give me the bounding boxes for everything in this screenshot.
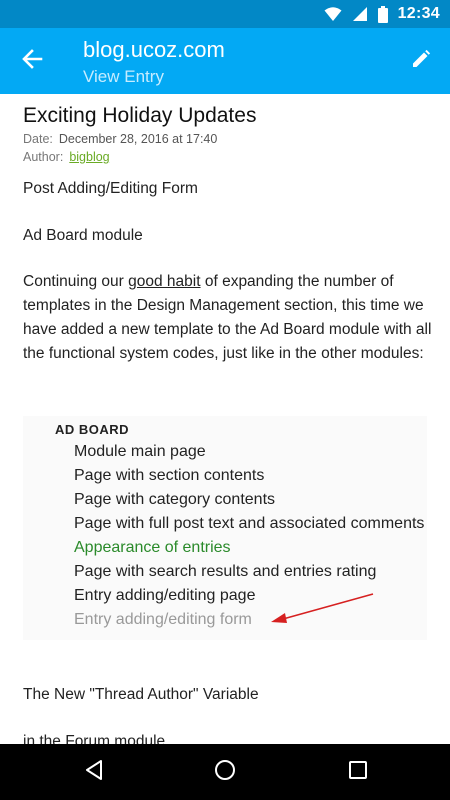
nav-back-button[interactable] bbox=[80, 758, 108, 786]
board-title: AD BOARD bbox=[55, 422, 130, 437]
status-bar: 12:34 bbox=[0, 0, 450, 28]
edit-button[interactable] bbox=[406, 46, 436, 76]
author-link[interactable]: bigblog bbox=[69, 150, 109, 164]
date-row: Date: December 28, 2016 at 17:40 bbox=[23, 132, 217, 146]
wifi-icon bbox=[324, 6, 342, 22]
board-item: Entry adding/editing page bbox=[74, 587, 256, 604]
paragraph-intro: Continuing our good habit of expanding t… bbox=[23, 270, 433, 366]
author-label: Author: bbox=[23, 150, 64, 164]
back-triangle-icon bbox=[84, 759, 104, 786]
board-item: Page with search results and entries rat… bbox=[74, 563, 377, 580]
board-item: Module main page bbox=[74, 443, 206, 460]
signal-icon bbox=[352, 6, 368, 22]
board-item-highlighted: Appearance of entries bbox=[74, 539, 231, 556]
nav-recents-button[interactable] bbox=[344, 758, 372, 786]
entry-title: Exciting Holiday Updates bbox=[23, 104, 257, 127]
intro-text-start: Continuing our bbox=[23, 273, 129, 290]
recents-square-icon bbox=[348, 760, 368, 785]
board-item: Page with section contents bbox=[74, 467, 265, 484]
nav-home-button[interactable] bbox=[211, 758, 239, 786]
pencil-icon bbox=[411, 49, 431, 74]
board-item: Page with category contents bbox=[74, 491, 276, 508]
paragraph-ad-board: Ad Board module bbox=[23, 227, 143, 244]
paragraph-forum-module: in the Forum module bbox=[23, 733, 166, 744]
back-button[interactable] bbox=[18, 47, 46, 75]
home-circle-icon bbox=[214, 759, 236, 786]
board-item-faded: Entry adding/editing form bbox=[74, 611, 252, 628]
paragraph-post-form: Post Adding/Editing Form bbox=[23, 180, 198, 197]
red-arrow-icon bbox=[271, 593, 374, 623]
arrow-left-icon bbox=[21, 48, 43, 75]
date-value: December 28, 2016 at 17:40 bbox=[58, 132, 218, 146]
board-item: Page with full post text and associated … bbox=[74, 515, 425, 532]
paragraph-thread-author: The New "Thread Author" Variable bbox=[23, 686, 259, 703]
app-title: blog.ucoz.com bbox=[83, 37, 225, 62]
ad-board-image: AD BOARD Module main page Page with sect… bbox=[23, 416, 427, 640]
battery-icon bbox=[377, 5, 388, 23]
app-subtitle: View Entry bbox=[83, 67, 164, 86]
good-habit-link[interactable]: good habit bbox=[128, 273, 200, 290]
status-icons: 12:34 bbox=[324, 4, 440, 24]
navigation-bar bbox=[0, 744, 450, 800]
date-label: Date: bbox=[23, 132, 53, 146]
status-time: 12:34 bbox=[397, 5, 440, 22]
entry-content[interactable]: Exciting Holiday Updates Date: December 2… bbox=[0, 94, 450, 744]
app-bar: blog.ucoz.com View Entry bbox=[0, 28, 450, 94]
author-row: Author: bigblog bbox=[23, 150, 110, 164]
